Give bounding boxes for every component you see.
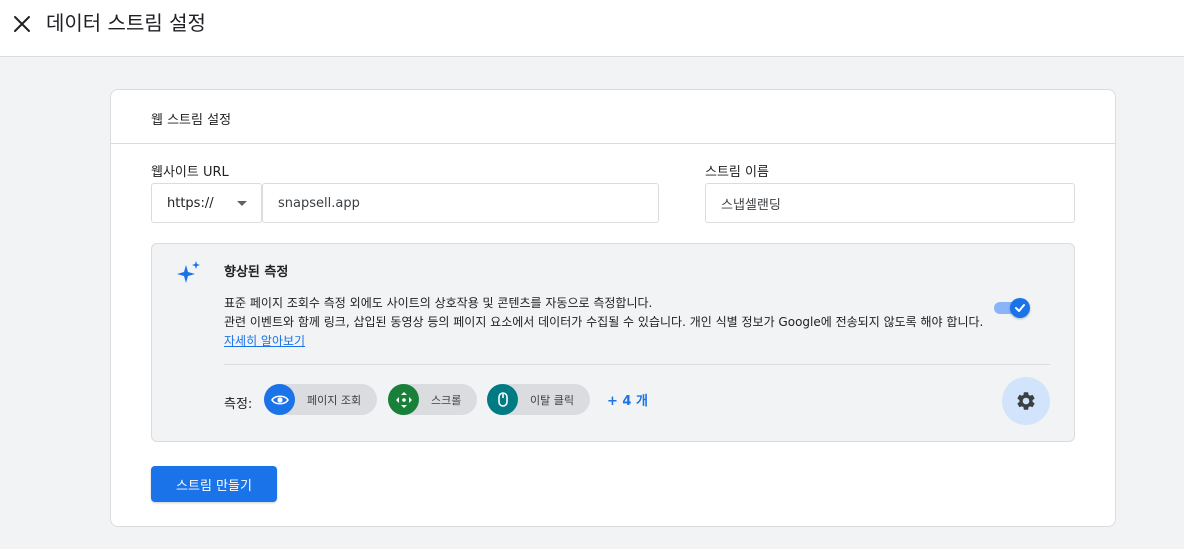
enhanced-measurement-toggle[interactable] bbox=[994, 296, 1032, 320]
metric-chip-label: 스크롤 bbox=[431, 393, 462, 407]
measurement-settings-button[interactable] bbox=[1002, 377, 1050, 425]
learn-more-link[interactable]: 자세히 알아보기 bbox=[224, 334, 305, 348]
description-line-1: 표준 페이지 조회수 측정 외에도 사이트의 상호작용 및 콘텐츠를 자동으로 … bbox=[224, 296, 653, 310]
metric-chip-label: 이탈 클릭 bbox=[530, 393, 574, 407]
protocol-value: https:// bbox=[167, 195, 214, 211]
stream-name-label: 스트림 이름 bbox=[705, 165, 769, 180]
check-icon bbox=[1015, 304, 1025, 312]
website-url-label: 웹사이트 URL bbox=[151, 165, 229, 180]
eye-icon bbox=[264, 384, 295, 415]
metrics-label: 측정: bbox=[224, 397, 253, 412]
toggle-thumb bbox=[1010, 298, 1030, 318]
card-title: 웹 스트림 설정 bbox=[151, 113, 232, 128]
stream-name-input[interactable] bbox=[705, 183, 1075, 223]
create-stream-button[interactable]: 스트림 만들기 bbox=[151, 466, 277, 502]
close-button[interactable] bbox=[8, 10, 36, 38]
metric-chip-scroll: 스크롤 bbox=[388, 384, 478, 415]
website-url-input[interactable] bbox=[262, 183, 659, 223]
protocol-select[interactable]: https:// bbox=[151, 183, 262, 223]
card-header: 웹 스트림 설정 bbox=[111, 90, 1115, 144]
description-line-2-text: 관련 이벤트와 함께 링크, 삽입된 동영상 등의 페이지 요소에서 데이터가 … bbox=[224, 315, 984, 329]
top-bar: 데이터 스트림 설정 bbox=[0, 0, 1184, 57]
gear-icon bbox=[1017, 392, 1035, 410]
page-title: 데이터 스트림 설정 bbox=[46, 11, 206, 35]
metric-chip-label: 페이지 조회 bbox=[307, 393, 362, 407]
divider bbox=[224, 364, 1050, 365]
enhanced-measurement-panel: 향상된 측정 표준 페이지 조회수 측정 외에도 사이트의 상호작용 및 콘텐츠… bbox=[151, 243, 1075, 442]
sparkle-icon bbox=[177, 261, 200, 283]
scroll-arrows-icon bbox=[388, 384, 419, 415]
caret-down-icon bbox=[237, 201, 247, 206]
mouse-icon bbox=[487, 384, 518, 415]
enhanced-measurement-description: 표준 페이지 조회수 측정 외에도 사이트의 상호작용 및 콘텐츠를 자동으로 … bbox=[224, 294, 994, 351]
enhanced-measurement-title: 향상된 측정 bbox=[224, 265, 289, 280]
metric-chip-outbound-click: 이탈 클릭 bbox=[487, 384, 590, 415]
close-icon bbox=[14, 16, 30, 32]
description-line-2: 관련 이벤트와 함께 링크, 삽입된 동영상 등의 페이지 요소에서 데이터가 … bbox=[224, 313, 994, 351]
metric-chip-page-view: 페이지 조회 bbox=[264, 384, 378, 415]
web-stream-card: 웹 스트림 설정 웹사이트 URL https:// 스트림 이름 향상된 측정… bbox=[110, 89, 1116, 527]
more-metrics-link[interactable]: + 4 개 bbox=[607, 390, 648, 409]
